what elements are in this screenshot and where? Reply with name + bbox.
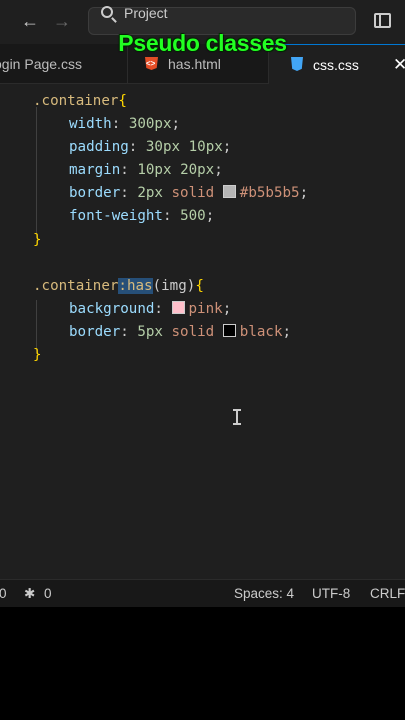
code-line-11: border: 5px solid black; — [69, 324, 292, 340]
brace: } — [33, 232, 42, 248]
css-value: solid — [171, 324, 215, 340]
brace: } — [33, 347, 42, 363]
css-color-value: #b5b5b5 — [239, 185, 300, 201]
css-property: border — [69, 324, 121, 340]
css-value: 10px — [188, 139, 223, 155]
css-selector: .container — [33, 93, 119, 109]
css-value: 5px — [137, 324, 163, 340]
css-value: 30px — [145, 139, 181, 155]
brace: { — [118, 93, 127, 109]
code-line-12: } — [33, 344, 42, 367]
css-color-value: black — [239, 324, 283, 340]
css-file-icon — [291, 57, 303, 71]
color-swatch[interactable] — [171, 301, 185, 314]
code-line-5: border: 2px solid #b5b5b5; — [69, 185, 309, 201]
text-cursor-icon — [233, 409, 241, 425]
status-errors[interactable]: 0 — [0, 580, 7, 607]
layout-sidebar-icon[interactable] — [374, 13, 391, 28]
css-property: background — [69, 301, 155, 317]
code-line-4: margin: 10px 20px; — [69, 162, 223, 178]
video-caption: Pseudo classes — [118, 30, 287, 56]
css-property: width — [69, 116, 112, 132]
css-property: padding — [69, 139, 129, 155]
code-line-3: padding: 30px 10px; — [69, 139, 232, 155]
brace: { — [195, 278, 204, 294]
code-line-9: .container:has(img){ — [33, 275, 204, 298]
status-encoding[interactable]: UTF-8 — [312, 580, 350, 607]
css-value: 2px — [137, 185, 163, 201]
css-value: 300px — [128, 116, 172, 132]
indent-guide — [36, 107, 37, 238]
css-color-value: pink — [188, 301, 223, 317]
code-line-2: width: 300px; — [69, 116, 181, 132]
css-property: margin — [69, 162, 121, 178]
color-swatch[interactable] — [222, 324, 236, 337]
html-file-icon — [145, 57, 158, 70]
css-value: 500 — [180, 208, 206, 224]
css-value: solid — [171, 185, 215, 201]
letterbox — [0, 607, 405, 720]
code-editor[interactable]: .container{ width: 300px; padding: 30px … — [0, 84, 405, 579]
css-selector: .container — [33, 278, 119, 294]
code-line-7: } — [33, 229, 42, 252]
code-line-6: font-weight: 500; — [69, 208, 215, 224]
color-swatch[interactable] — [222, 185, 236, 198]
css-property: border — [69, 185, 121, 201]
status-spaces[interactable]: Spaces: 4 — [234, 580, 294, 607]
search-icon — [101, 6, 113, 18]
search-text[interactable]: Project — [124, 5, 168, 21]
css-value: 10px — [137, 162, 172, 178]
css-property: font-weight — [69, 208, 163, 224]
css-pseudo-arg: (img) — [152, 278, 196, 294]
status-eol[interactable]: CRLF — [370, 580, 405, 607]
code-line-10: background: pink; — [69, 301, 232, 317]
css-pseudo-class: :has — [118, 278, 153, 294]
code-line-1: .container{ — [33, 90, 127, 113]
css-value: 20px — [180, 162, 215, 178]
broadcast-icon[interactable]: ✱ — [24, 580, 35, 607]
status-ports[interactable]: 0 — [44, 580, 52, 607]
status-bar: 0 ✱ 0 Spaces: 4 UTF-8 CRLF — [0, 579, 405, 607]
